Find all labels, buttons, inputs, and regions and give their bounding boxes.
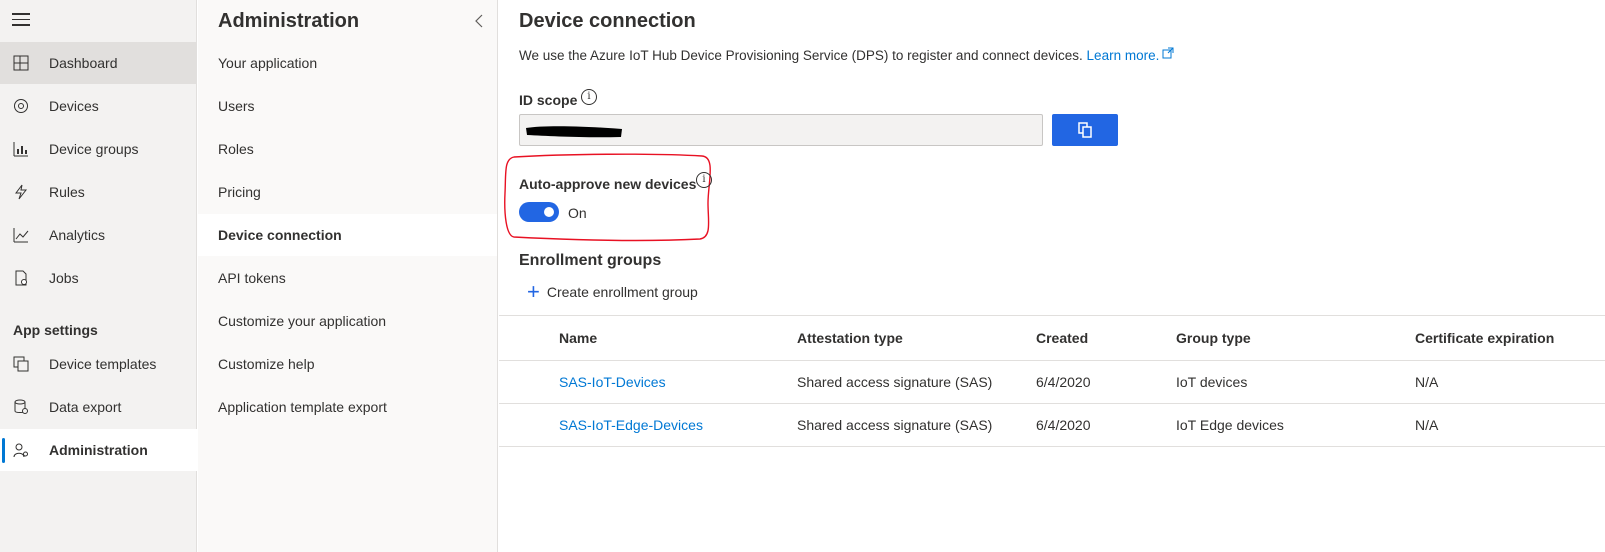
jobs-icon [12, 269, 30, 287]
nav-item-label: Dashboard [49, 55, 118, 71]
auto-approve-label: Auto-approve new devices [519, 176, 697, 192]
admin-title: Administration [218, 10, 360, 32]
page-title: Device connection [519, 10, 696, 32]
learn-more-link[interactable]: Learn more. [1086, 47, 1175, 63]
administration-icon [12, 441, 30, 459]
enrollment-groups-table: Name Attestation type Created Group type… [499, 315, 1605, 447]
toggle-state-label: On [568, 205, 587, 221]
dashboard-icon [12, 54, 30, 72]
certificate-expiration-cell: N/A [1415, 417, 1439, 433]
admin-subnav: Administration Your application Users Ro… [198, 0, 498, 552]
created-cell: 6/4/2020 [1036, 417, 1091, 433]
nav-section-app-settings: App settings [13, 322, 98, 338]
admin-item-customize-help[interactable]: Customize help [198, 343, 497, 385]
attestation-type-cell: Shared access signature (SAS) [797, 417, 993, 433]
admin-item-customize-application[interactable]: Customize your application [198, 300, 497, 342]
table-row[interactable]: SAS-IoT-Edge-Devices Shared access signa… [499, 404, 1605, 447]
nav-item-rules[interactable]: Rules [0, 171, 197, 213]
annotation-highlight [504, 153, 711, 242]
create-enrollment-group-label: Create enrollment group [546, 284, 698, 300]
nav-item-label: Administration [49, 442, 148, 458]
enrollment-group-name-link[interactable]: SAS-IoT-Devices [559, 361, 666, 403]
group-type-cell: IoT devices [1176, 374, 1248, 390]
nav-item-label: Analytics [49, 227, 106, 243]
nav-item-analytics[interactable]: Analytics [0, 214, 197, 256]
id-scope-label: ID scope [519, 92, 578, 108]
selected-indicator [2, 438, 5, 463]
nav-item-device-groups[interactable]: Device groups [0, 128, 197, 170]
nav-item-label: Data export [49, 399, 122, 415]
column-header-group-type[interactable]: Group type [1176, 316, 1251, 360]
admin-item-roles[interactable]: Roles [198, 128, 497, 170]
nav-item-label: Jobs [49, 270, 79, 286]
created-cell: 6/4/2020 [1036, 374, 1091, 390]
redaction-mark [526, 126, 622, 138]
column-header-attestation-type[interactable]: Attestation type [797, 316, 903, 360]
rules-icon [12, 183, 30, 201]
devices-icon [12, 97, 30, 115]
admin-item-device-connection[interactable]: Device connection [198, 214, 497, 256]
admin-item-pricing[interactable]: Pricing [198, 171, 497, 213]
copy-button[interactable] [1052, 114, 1118, 146]
analytics-icon [12, 226, 30, 244]
nav-item-data-export[interactable]: Data export [0, 386, 197, 428]
description-text: We use the Azure IoT Hub Device Provisio… [519, 48, 1083, 63]
nav-item-jobs[interactable]: Jobs [0, 257, 197, 299]
main-content: Device connection We use the Azure IoT H… [499, 0, 1605, 552]
admin-item-template-export[interactable]: Application template export [198, 386, 497, 428]
info-icon[interactable]: i [581, 89, 597, 105]
nav-item-label: Devices [49, 98, 99, 114]
column-header-certificate-expiration[interactable]: Certificate expiration [1415, 316, 1554, 360]
nav-item-label: Rules [49, 184, 85, 200]
chevron-left-icon[interactable] [474, 14, 486, 28]
nav-item-devices[interactable]: Devices [0, 85, 197, 127]
nav-item-administration[interactable]: Administration [0, 429, 197, 471]
admin-item-api-tokens[interactable]: API tokens [198, 257, 497, 299]
table-header-row: Name Attestation type Created Group type… [499, 316, 1605, 361]
device-groups-icon [12, 140, 30, 158]
device-templates-icon [12, 355, 30, 373]
group-type-cell: IoT Edge devices [1176, 417, 1284, 433]
description: We use the Azure IoT Hub Device Provisio… [519, 47, 1174, 63]
data-export-icon [12, 398, 30, 416]
attestation-type-cell: Shared access signature (SAS) [797, 374, 993, 390]
id-scope-field[interactable] [519, 114, 1043, 146]
info-icon[interactable]: i [696, 172, 712, 188]
enrollment-group-name-link[interactable]: SAS-IoT-Edge-Devices [559, 404, 703, 446]
certificate-expiration-cell: N/A [1415, 374, 1439, 390]
toggle-knob [544, 207, 554, 217]
nav-item-label: Device groups [49, 141, 139, 157]
nav-item-device-templates[interactable]: Device templates [0, 343, 197, 385]
table-row[interactable]: SAS-IoT-Devices Shared access signature … [499, 361, 1605, 404]
left-nav: Dashboard Devices Device groups Rules An… [0, 0, 197, 552]
enrollment-groups-title: Enrollment groups [519, 252, 662, 269]
column-header-created[interactable]: Created [1036, 316, 1088, 360]
admin-item-your-application[interactable]: Your application [198, 42, 497, 84]
column-header-name[interactable]: Name [559, 316, 597, 360]
hamburger-menu-icon[interactable] [12, 13, 30, 27]
external-link-icon [1162, 47, 1174, 59]
nav-item-label: Device templates [49, 356, 157, 372]
admin-item-users[interactable]: Users [198, 85, 497, 127]
plus-icon: + [527, 279, 540, 304]
learn-more-text: Learn more. [1086, 48, 1160, 63]
create-enrollment-group-button[interactable]: + Create enrollment group [527, 279, 698, 304]
nav-item-dashboard[interactable]: Dashboard [0, 42, 197, 84]
auto-approve-toggle[interactable] [519, 202, 559, 222]
copy-icon [1078, 122, 1092, 138]
